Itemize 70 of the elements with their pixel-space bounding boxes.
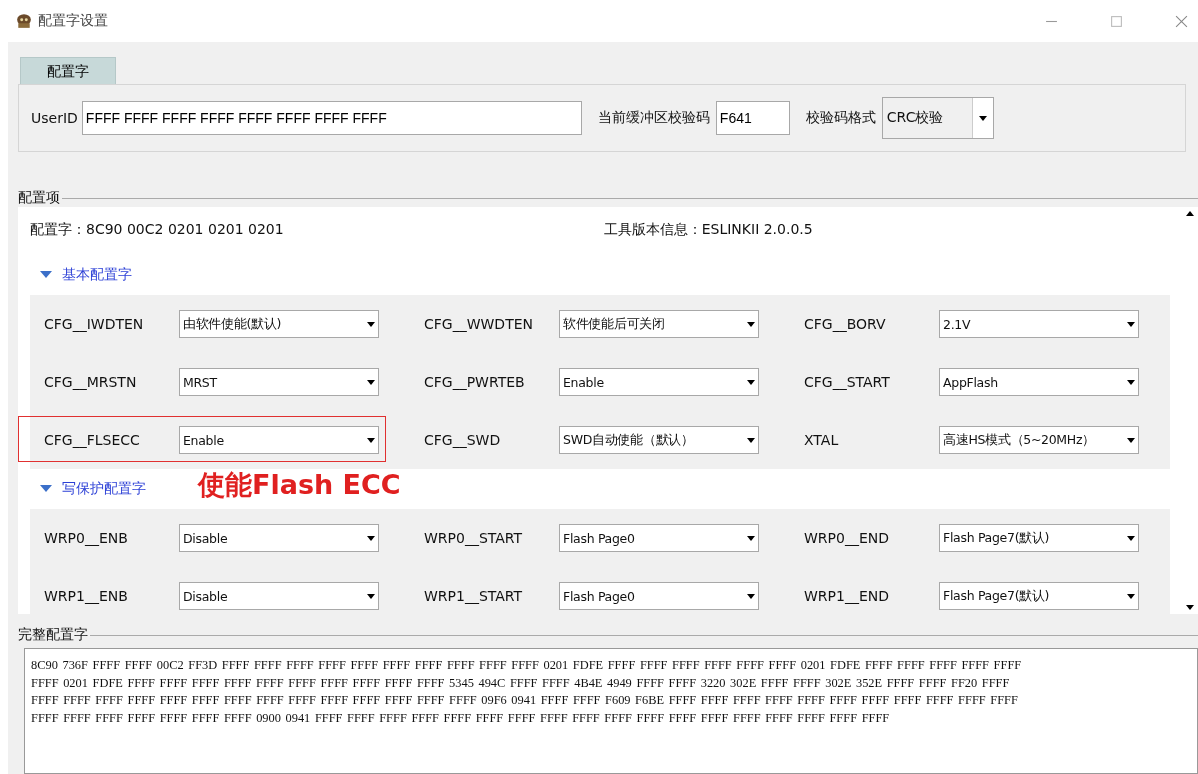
caret-icon [1127, 593, 1135, 599]
field-label: 校验码格式 [805, 109, 876, 127]
setting-label: WRP1__ENB [43, 588, 129, 604]
setting-label: WRP0__START [423, 530, 524, 546]
hex-line: FFFF FFFF FFFF FFFF FFFF FFFF FFFF FFFF FFFF FFFF FFFF FFFF FFFF FFFF 09F6 0941 FFFF FFFF F609 F6BE FFFF FFFF FFFF FFFF FFFF FFFF FFFF FFFF FFFF FFFF FFFF [31, 692, 1019, 709]
userid-field[interactable]: FFFF FFFF FFFF FFFF FFFF FFFF FFFF FFFF [81, 101, 582, 135]
window-title: 配置字设置 [38, 12, 108, 30]
field-label: UserID [31, 110, 78, 126]
checksum-field[interactable]: F641 [715, 101, 790, 135]
setting-label: CFG__SWD [423, 432, 502, 448]
group-title: 配置项 [18, 189, 60, 207]
annotation-text: 使能Flash ECC [198, 468, 401, 502]
hex-line: FFFF FFFF FFFF FFFF FFFF FFFF FFFF 0900 0941 FFFF FFFF FFFF FFFF FFFF FFFF FFFF FFFF FFFF FFFF FFFF FFFF FFFF FFFF FFFF FFFF FFFF FFFF [31, 709, 891, 727]
setting-dropdown[interactable]: SWD自动使能（默认） [559, 426, 759, 454]
setting-label: CFG__MRSTN [43, 374, 138, 390]
setting-dropdown[interactable]: Flash Page0 [559, 582, 759, 610]
setting-dropdown[interactable]: Enable [559, 368, 759, 396]
hex-line: 8C90 736F FFFF FFFF 00C2 FF3D FFFF FFFF FFFF FFFF FFFF FFFF FFFF FFFF FFFF FFFF 0201 FDFE FFFF FFFF FFFF FFFF FFFF FFFF 0201 FDFE FFFF FFFF FFFF FFFF FFFF [31, 657, 1023, 674]
caret-icon [1127, 437, 1135, 443]
caret-icon [367, 535, 375, 541]
scroll-down-icon[interactable] [1186, 605, 1194, 610]
setting-label: CFG__IWDTEN [43, 316, 145, 332]
setting-dropdown[interactable]: Enable [179, 426, 379, 454]
config-text-area[interactable] [24, 648, 1198, 774]
caret-icon [1127, 379, 1135, 385]
setting-label: WRP0__END [803, 530, 891, 546]
caret-icon [367, 321, 375, 327]
setting-label: WRP1__START [423, 588, 524, 604]
setting-label: CFG__START [803, 374, 891, 390]
caret-icon [367, 379, 375, 385]
group-title: 完整配置字 [18, 626, 88, 644]
caret-icon [747, 437, 755, 443]
checksum-format-dropdown[interactable]: CRC校验 [881, 97, 994, 139]
caret-icon [1127, 535, 1135, 541]
caret-icon [367, 437, 375, 443]
section-title[interactable]: 基本配置字 [62, 266, 132, 284]
caret-icon [747, 593, 755, 599]
scroll-up-icon[interactable] [1186, 211, 1194, 216]
caret-icon [1127, 321, 1135, 327]
setting-dropdown[interactable]: MRST [179, 368, 379, 396]
setting-dropdown[interactable]: Flash Page7(默认) [939, 524, 1139, 552]
setting-dropdown[interactable]: 高速HS模式（5~20MHz） [939, 426, 1139, 454]
caret-icon [747, 535, 755, 541]
setting-label: XTAL [803, 432, 840, 448]
tab[interactable]: 配置字 [20, 57, 116, 84]
setting-dropdown[interactable]: Flash Page7(默认) [939, 582, 1139, 610]
caret-icon [978, 115, 987, 121]
setting-label: CFG__BORV [803, 316, 887, 332]
caret-icon [747, 379, 755, 385]
caret-icon [367, 593, 375, 599]
tool-version-text: 工具版本信息：ESLINKII 2.0.0.5 [603, 221, 813, 239]
setting-label: WRP1__END [803, 588, 891, 604]
hex-line: FFFF 0201 FDFE FFFF FFFF FFFF FFFF FFFF FFFF FFFF FFFF FFFF FFFF 5345 494C FFFF FFFF 4B4E 4949 FFFF FFFF 3220 302E FFFF FFFF 302E 352E FFFF FFFF FF20 FFFF [31, 674, 1011, 692]
setting-label: WRP0__ENB [43, 530, 129, 546]
setting-dropdown[interactable]: Disable [179, 582, 379, 610]
setting-dropdown[interactable]: 2.1V [939, 310, 1139, 338]
close-icon[interactable] [1175, 14, 1188, 28]
setting-dropdown[interactable]: 由软件使能(默认) [179, 310, 379, 338]
setting-dropdown[interactable]: 软件使能后可关闭 [559, 310, 759, 338]
config-word-text: 配置字：8C90 00C2 0201 0201 0201 [30, 221, 284, 239]
section-title[interactable]: 写保护配置字 [62, 480, 146, 498]
app-icon [16, 13, 32, 29]
setting-dropdown[interactable]: Flash Page0 [559, 524, 759, 552]
setting-label: CFG__PWRTEB [423, 374, 526, 390]
setting-dropdown[interactable]: AppFlash [939, 368, 1139, 396]
setting-label: CFG__FLSECC [43, 432, 141, 448]
caret-icon [747, 321, 755, 327]
setting-dropdown[interactable]: Disable [179, 524, 379, 552]
setting-label: CFG__WWDTEN [423, 316, 534, 332]
field-label: 当前缓冲区校验码 [597, 109, 710, 127]
